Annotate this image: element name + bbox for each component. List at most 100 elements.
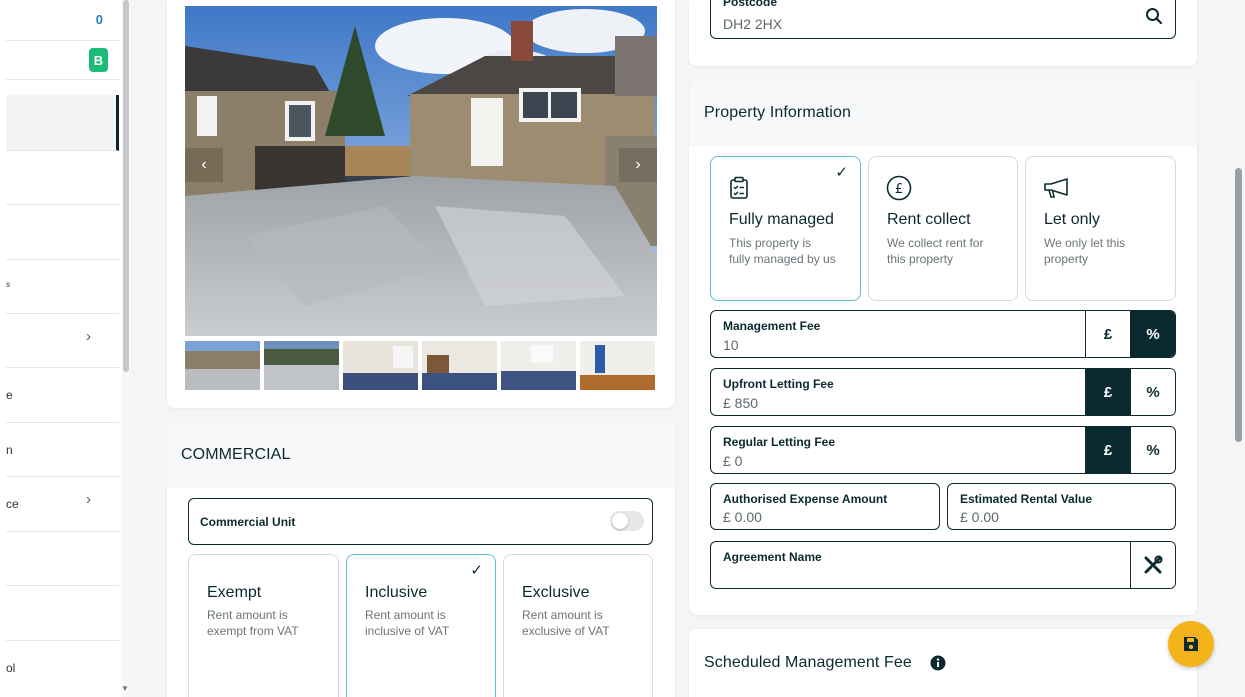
save-icon [1184,637,1198,651]
management-fee-label: Management Fee [723,319,821,333]
option-description: We only let this [1044,236,1126,250]
estimated-rental-input[interactable]: £ 0.00 [960,509,999,525]
property-photo-image [185,6,657,336]
sidebar-item[interactable] [6,151,119,205]
tools-icon [1144,555,1163,574]
photo-thumbnail[interactable] [501,341,576,390]
sidebar-item-expandable[interactable]: ce › [6,477,119,532]
check-icon: ✓ [835,164,848,181]
option-title: Inclusive [365,584,428,601]
regular-letting-fee-input[interactable]: £ 0 [723,453,742,469]
authorised-expense-input[interactable]: £ 0.00 [723,509,762,525]
count-badge: 0 [95,12,103,27]
next-photo-button[interactable]: › [619,148,657,182]
regular-letting-fee-label: Regular Letting Fee [723,435,836,449]
percent-unit-button[interactable]: % [1130,369,1175,415]
option-title: Exclusive [522,584,590,601]
authorised-expense-field[interactable]: Authorised Expense Amount £ 0.00 [710,483,940,530]
option-title: Exempt [207,584,262,601]
option-description: exclusive of VAT [522,624,610,638]
pound-unit-button[interactable]: £ [1085,311,1130,357]
sidebar-item[interactable]: ol [6,641,119,697]
option-description: exempt from VAT [207,624,299,638]
megaphone-icon [1044,178,1068,198]
option-description: property [1044,252,1089,266]
section-title: Scheduled Management Fee [704,654,912,671]
option-description: inclusive of VAT [365,624,450,638]
commercial-card: COMMERCIAL Commercial Unit Exempt Rent a… [167,422,675,697]
clipboard-icon [730,176,748,199]
agreement-name-field: Agreement Name [710,541,1176,589]
option-title: Fully managed [729,211,834,228]
option-title: Rent collect [887,211,971,228]
option-description: fully managed by us [729,252,836,266]
upfront-letting-fee-field: Upfront Letting Fee £ 850 £ % [710,368,1176,416]
upfront-letting-fee-input[interactable]: £ 850 [723,395,758,411]
management-fee-field: Management Fee 10 £ % [710,310,1176,358]
service-option-fully-managed[interactable]: ✓ Fully managed This property is fully m… [710,156,861,301]
option-description: We collect rent for [887,236,984,250]
sidebar-item[interactable]: n [6,423,119,477]
management-fee-input[interactable]: 10 [723,337,739,353]
sidebar-item-active[interactable] [6,95,119,151]
sidebar: 0 B s › e n ce › ol [0,0,122,697]
postcode-value: DH2 2HX [723,16,783,32]
sidebar-item[interactable] [6,205,119,260]
commercial-unit-row: Commercial Unit [188,498,653,545]
authorised-expense-label: Authorised Expense Amount [723,492,888,506]
main-property-photo[interactable]: ‹ › [185,6,657,336]
sidebar-item-count[interactable]: 0 [6,0,119,41]
search-icon[interactable] [1145,7,1163,25]
photo-thumbnail[interactable] [343,341,418,390]
vat-option-inclusive[interactable]: ✓ Inclusive Rent amount is inclusive of … [346,554,496,697]
commercial-unit-toggle[interactable] [610,511,644,531]
sidebar-item[interactable] [6,532,119,586]
sidebar-item-grade[interactable]: B [6,41,119,80]
info-icon[interactable] [930,655,946,671]
sidebar-item-expandable[interactable]: › [6,314,119,368]
chevron-right-icon: › [635,156,641,173]
sidebar-item-label: n [6,443,13,457]
service-option-let-only[interactable]: Let only We only let this property [1025,156,1176,301]
save-button[interactable] [1168,621,1214,667]
sidebar-item-label: e [6,388,13,402]
sidebar-item[interactable]: e [6,368,119,423]
chevron-left-icon: ‹ [201,156,207,173]
chevron-right-icon: › [86,328,91,345]
postcode-card: Postcode DH2 2HX [689,0,1197,66]
agreement-settings-button[interactable] [1130,542,1175,588]
scroll-down-arrow-icon[interactable]: ▼ [121,684,129,693]
vat-option-exclusive[interactable]: Exclusive Rent amount is exclusive of VA… [503,554,653,697]
sidebar-item[interactable] [6,586,119,641]
sidebar-item[interactable]: s [6,260,119,314]
check-icon: ✓ [470,562,483,579]
percent-unit-button[interactable]: % [1130,311,1175,357]
photo-thumbnail[interactable] [422,341,497,390]
chevron-right-icon: › [86,491,91,508]
commercial-unit-label: Commercial Unit [200,515,296,529]
sidebar-scrollbar-thumb[interactable] [123,0,129,372]
option-description: this property [887,252,954,266]
estimated-rental-field[interactable]: Estimated Rental Value £ 0.00 [947,483,1176,530]
prev-photo-button[interactable]: ‹ [185,148,223,182]
pound-unit-button[interactable]: £ [1085,427,1130,473]
photo-thumbnail[interactable] [580,341,655,390]
postcode-label: Postcode [723,0,778,9]
property-information-card: Property Information ✓ Fully managed Thi… [689,80,1197,615]
option-description: This property is [729,236,812,250]
postcode-field[interactable]: Postcode DH2 2HX [710,0,1176,39]
pound-unit-button[interactable]: £ [1085,369,1130,415]
page-scrollbar-thumb[interactable] [1235,168,1242,442]
photo-gallery-card: ‹ › [167,0,675,408]
photo-thumbnail[interactable] [264,341,339,390]
vat-option-exempt[interactable]: Exempt Rent amount is exempt from VAT [188,554,339,697]
section-title: COMMERCIAL [181,446,291,463]
photo-thumbnail[interactable] [185,341,260,390]
option-description: Rent amount is [207,608,288,622]
agreement-name-label: Agreement Name [723,550,822,564]
service-option-rent-collect[interactable]: £ Rent collect We collect rent for this … [868,156,1018,301]
photo-thumbnail-strip [185,341,657,390]
status-badge: B [89,48,108,72]
option-description: Rent amount is [365,608,446,622]
percent-unit-button[interactable]: % [1130,427,1175,473]
